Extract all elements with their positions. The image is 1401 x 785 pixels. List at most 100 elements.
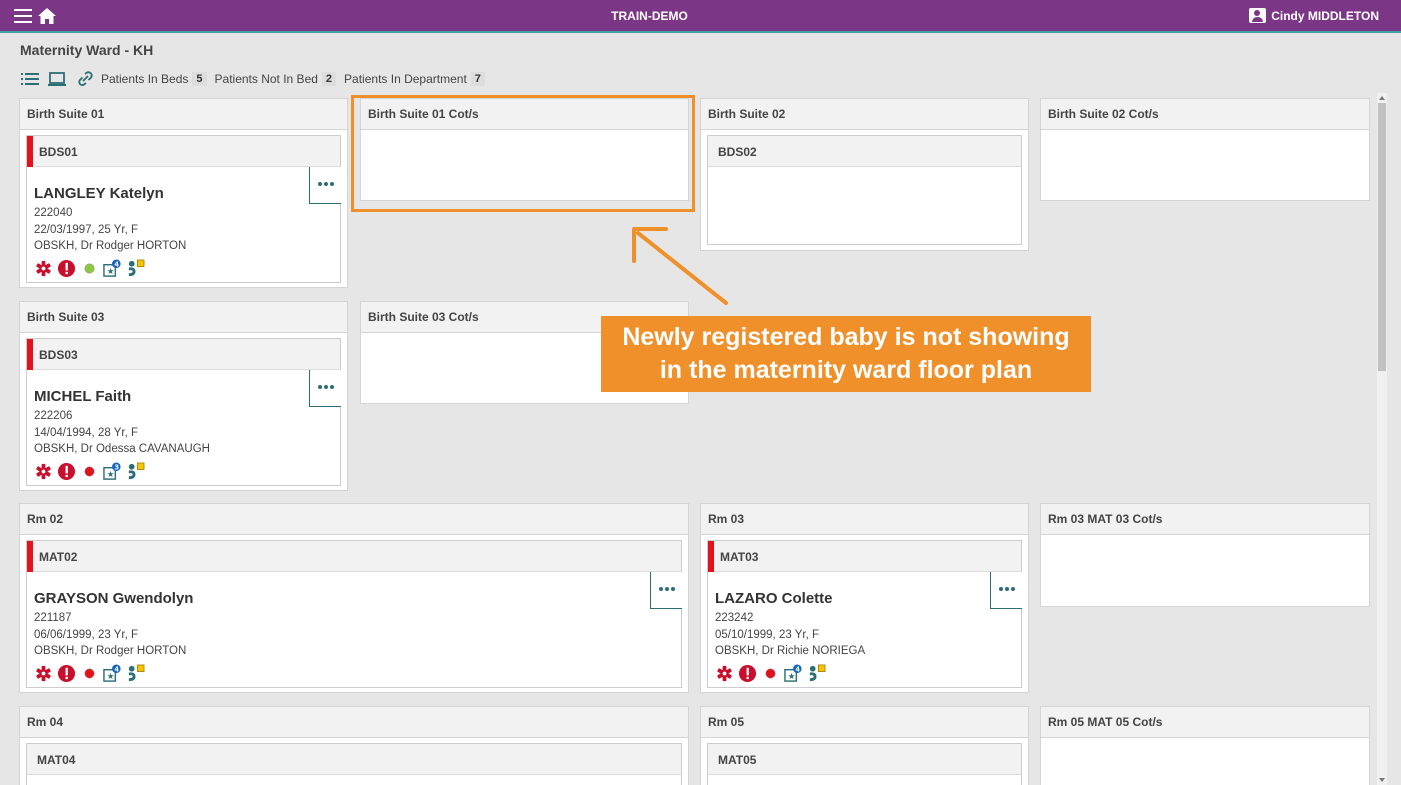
bed-label: MAT02 [27,541,681,572]
more-options-button[interactable] [650,572,682,609]
svg-text:★: ★ [107,672,115,682]
link-icon[interactable] [74,71,94,87]
patient-name: LAZARO Colette [715,590,833,607]
bed-label: BDS03 [27,339,340,370]
user-name: Cindy MIDDLETON [1271,8,1379,23]
room-title: Birth Suite 02 Cot/s [1041,99,1369,130]
callout-line-1: Newly registered baby is not showing [622,323,1070,351]
patient-alert-icons: ★ 4 [34,663,674,683]
bed-label: MAT05 [708,744,1021,775]
room-rm-03-cots: Rm 03 MAT 03 Cot/s [1040,503,1370,607]
page-title: Maternity Ward - KH [20,42,154,58]
list-view-icon[interactable] [20,71,40,87]
warning-icon[interactable] [57,259,76,278]
svg-text:★: ★ [107,267,115,277]
room-title: Rm 03 MAT 03 Cot/s [1041,504,1369,535]
room-title: Birth Suite 01 Cot/s [361,99,688,130]
patient-mrn: 222040 [34,207,73,219]
vertical-scrollbar[interactable] [1377,93,1387,785]
room-title: Birth Suite 01 [20,99,347,130]
medical-alert-icon[interactable] [34,664,53,683]
scroll-down-arrow-icon[interactable] [1379,778,1385,782]
room-title: Birth Suite 03 [20,302,347,333]
room-title: Rm 03 [701,504,1028,535]
warning-icon[interactable] [738,664,757,683]
room-title: Birth Suite 02 [701,99,1028,130]
user-menu[interactable]: Cindy MIDDLETON [1249,8,1379,23]
room-birth-suite-02: Birth Suite 02 BDS02 [700,98,1029,251]
bed-label: MAT03 [708,541,1021,572]
bed-card[interactable]: MAT05 [707,743,1022,785]
room-rm-05: Rm 05 MAT05 [700,706,1029,785]
status-dot-icon [84,262,95,274]
task-count-icon[interactable]: ★4 [784,663,803,683]
more-options-button[interactable] [309,370,341,407]
patients-in-department-link[interactable]: Patients In Department [344,72,467,86]
patient-mrn: 223242 [715,612,754,624]
patient-clinic: OBSKH, Dr Odessa CAVANAUGH [34,443,210,455]
top-bar: TRAIN-DEMO Cindy MIDDLETON [0,0,1401,33]
room-birth-suite-03: Birth Suite 03 BDS03 MICHEL Faith 222206… [19,301,348,491]
patient-name: MICHEL Faith [34,388,132,405]
patient-name: LANGLEY Katelyn [34,185,164,202]
patients-in-beds-link[interactable]: Patients In Beds [101,72,188,86]
warning-icon[interactable] [57,462,76,481]
warning-icon[interactable] [57,664,76,683]
status-dot-icon [84,465,95,477]
room-rm-05-cots: Rm 05 MAT 05 Cot/s [1040,706,1370,785]
room-rm-04: Rm 04 MAT04 [19,706,689,785]
medical-alert-icon[interactable] [715,664,734,683]
patient-dob: 06/06/1999, 23 Yr, F [34,628,139,641]
more-options-button[interactable] [990,572,1022,609]
annotation-callout: Newly registered baby is not showing in … [601,316,1091,392]
task-count-icon[interactable]: ★3 [103,461,122,481]
toolbar: Patients In Beds 5 Patients Not In Bed 2… [20,70,493,88]
more-options-button[interactable] [309,167,341,204]
floor-plan-view-icon[interactable] [47,71,67,87]
patients-not-in-bed-link[interactable]: Patients Not In Bed [215,72,318,86]
task-count-icon[interactable]: ★4 [103,663,122,683]
svg-text:★: ★ [107,470,115,480]
svg-text:4: 4 [114,260,119,268]
bed-card[interactable]: BDS03 MICHEL Faith 222206 14/04/1994, 28… [26,338,341,486]
callout-line-2: in the maternity ward floor plan [659,356,1033,384]
bed-card[interactable]: MAT02 GRAYSON Gwendolyn 221187 06/06/199… [26,540,682,688]
medical-alert-icon[interactable] [34,462,53,481]
bed-card[interactable]: MAT03 LAZARO Colette 223242 05/10/1999, … [707,540,1022,688]
maternity-icon[interactable] [807,664,826,683]
patient-dob: 05/10/1999, 23 Yr, F [715,628,820,641]
maternity-icon[interactable] [126,664,145,683]
svg-text:★: ★ [788,672,796,682]
patient-info[interactable]: MICHEL Faith 222206 14/04/1994, 28 Yr, F… [27,370,340,481]
patient-alert-icons: ★ 4 [715,663,1014,683]
maternity-icon[interactable] [126,462,145,481]
bed-card[interactable]: BDS01 LANGLEY Katelyn 222040 22/03/1997,… [26,135,341,283]
status-dot-icon [765,667,776,679]
user-icon [1249,8,1267,23]
svg-text:4: 4 [795,665,800,673]
scroll-thumb[interactable] [1378,103,1386,371]
patient-mrn: 221187 [34,612,72,624]
patient-mrn: 222206 [34,410,73,422]
bed-card[interactable]: MAT04 [26,743,682,785]
bed-label: BDS01 [27,136,340,167]
patient-info[interactable]: LANGLEY Katelyn 222040 22/03/1997, 25 Yr… [27,167,340,278]
patient-info[interactable]: LAZARO Colette 223242 05/10/1999, 23 Yr,… [708,572,1021,683]
status-dot-icon [84,667,95,679]
patient-alert-icons: ★ 4 [34,258,333,278]
bed-card[interactable]: BDS02 [707,135,1022,245]
environment-title: TRAIN-DEMO [611,9,688,23]
maternity-icon[interactable] [126,259,145,278]
bed-label: BDS02 [708,136,1021,167]
annotation-arrow-icon [632,227,728,305]
patient-info[interactable]: GRAYSON Gwendolyn 221187 06/06/1999, 23 … [27,572,681,683]
room-birth-suite-02-cots: Birth Suite 02 Cot/s [1040,98,1370,201]
scroll-up-arrow-icon[interactable] [1379,96,1385,100]
task-count-icon[interactable]: ★4 [103,258,122,278]
patients-in-department-count: 7 [470,72,485,86]
medical-alert-icon[interactable] [34,259,53,278]
patients-not-in-bed-count: 2 [321,72,337,86]
bed-label: MAT04 [27,744,681,775]
patient-name: GRAYSON Gwendolyn [34,590,194,607]
room-title: Rm 05 [701,707,1028,738]
